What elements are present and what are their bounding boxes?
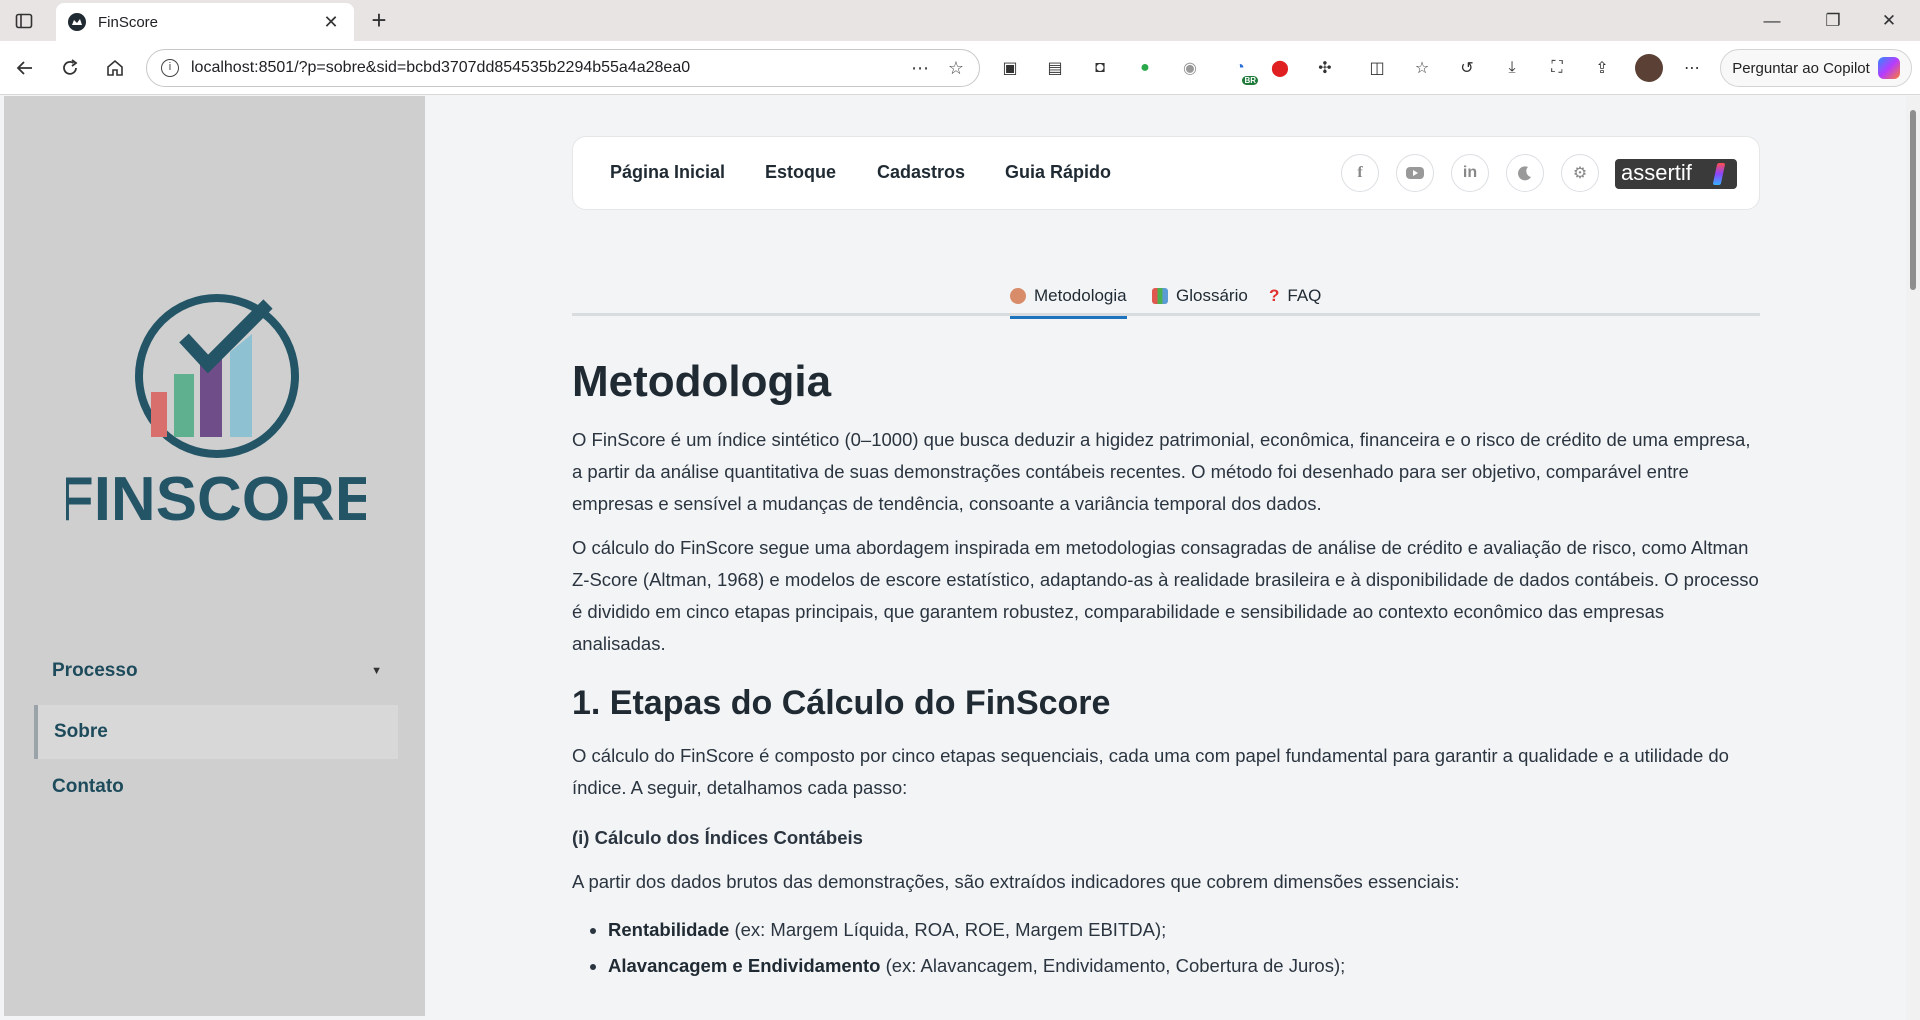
browser-tab-bar: FinScore ✕ + — ❐ ✕ <box>0 0 1920 41</box>
document-icon[interactable]: ▤ <box>1043 56 1067 80</box>
finscore-favicon <box>68 13 86 31</box>
sidebar-item-label: Contato <box>52 776 124 797</box>
caret-down-icon: ▼ <box>371 665 382 677</box>
restore-icon[interactable]: ❐ <box>1810 6 1856 36</box>
nav-pagina-inicial[interactable]: Página Inicial <box>610 162 725 183</box>
profile-avatar[interactable] <box>1635 54 1663 82</box>
share-icon[interactable]: ⇪ <box>1590 56 1614 80</box>
evernote-icon[interactable]: ● <box>1133 56 1157 80</box>
list-item-detail: (ex: Alavancagem, Endividamento, Cobertu… <box>880 955 1346 976</box>
history-icon[interactable]: ↺ <box>1455 56 1479 80</box>
page-scrollbar[interactable] <box>1906 96 1920 1020</box>
read-aloud-icon[interactable]: ⋯ <box>907 55 933 81</box>
favorite-star-icon[interactable]: ☆ <box>943 55 969 81</box>
opera-icon[interactable]: ⬤ <box>1268 56 1292 80</box>
copilot-button[interactable]: Perguntar ao Copilot <box>1720 49 1912 87</box>
split-screen-icon[interactable]: ◫ <box>1365 56 1389 80</box>
refresh-icon[interactable] <box>55 53 85 83</box>
list-item-term: Alavancagem e Endividamento <box>608 955 881 976</box>
finscore-logo: FINSCORE <box>66 294 366 532</box>
youtube-icon[interactable] <box>1396 154 1434 192</box>
tab-title: FinScore <box>98 13 159 31</box>
brand-flag-icon <box>1712 163 1726 185</box>
tab-metodologia[interactable]: Metodologia <box>1010 276 1127 319</box>
sidebar-item-processo[interactable]: Processo ▼ <box>34 644 398 698</box>
tab-label: FAQ <box>1287 286 1322 305</box>
close-window-icon[interactable]: ✕ <box>1866 6 1912 36</box>
nav-estoque[interactable]: Estoque <box>765 162 836 183</box>
nav-guia-rapido[interactable]: Guia Rápido <box>1005 162 1111 183</box>
assertif-logo[interactable]: assertif <box>1615 159 1737 189</box>
logo-text: FINSCORE <box>66 465 366 532</box>
close-tab-icon[interactable]: ✕ <box>320 12 342 33</box>
tab-faq[interactable]: ? FAQ <box>1269 276 1321 316</box>
favorites-icon[interactable]: ☆ <box>1410 56 1434 80</box>
tab-actions-icon[interactable] <box>14 11 34 31</box>
indicator-list: Rentabilidade (ex: Margem Líquida, ROA, … <box>572 912 1762 984</box>
browser-tab[interactable]: FinScore ✕ <box>56 3 354 41</box>
main-content: Metodologia O FinScore é um índice sinté… <box>572 352 1762 984</box>
sidebar-item-contato[interactable]: Contato <box>34 760 398 814</box>
screenshot-icon[interactable]: ⛶ <box>1545 56 1569 80</box>
new-tab-icon[interactable]: + <box>364 6 394 36</box>
sidebar-item-sobre[interactable]: Sobre <box>34 705 398 759</box>
minimize-icon[interactable]: — <box>1749 6 1795 36</box>
extension-icon[interactable]: ◉ <box>1178 56 1202 80</box>
approach-paragraph: O cálculo do FinScore segue uma abordage… <box>572 537 1759 654</box>
sidebar: FINSCORE Processo ▼ Sobre Contato <box>4 96 425 1016</box>
books-icon <box>1152 288 1168 304</box>
translate-extension-icon[interactable]: ◔ BR <box>1228 56 1258 85</box>
moon-icon[interactable] <box>1506 154 1544 192</box>
intro-paragraph: O FinScore é um índice sintético (0–1000… <box>572 429 1751 514</box>
brand-text: assertif <box>1621 160 1692 185</box>
reader-icon[interactable]: ▣ <box>998 56 1022 80</box>
address-bar[interactable]: i localhost:8501/?p=sobre&sid=bcbd3707dd… <box>146 49 980 87</box>
list-item: Rentabilidade (ex: Margem Líquida, ROA, … <box>608 912 1762 948</box>
linkedin-icon[interactable]: in <box>1451 154 1489 192</box>
top-navigation: Página Inicial Estoque Cadastros Guia Rá… <box>572 136 1760 210</box>
site-info-icon[interactable]: i <box>161 59 179 77</box>
url-text: localhost:8501/?p=sobre&sid=bcbd3707dd85… <box>191 59 691 76</box>
nav-cadastros[interactable]: Cadastros <box>877 162 965 183</box>
tab-glossario[interactable]: Glossário <box>1152 276 1248 316</box>
sidebar-item-label: Processo <box>52 660 138 681</box>
metodologia-icon <box>1010 288 1026 304</box>
copilot-icon <box>1877 57 1900 79</box>
list-item: Alavancagem e Endividamento (ex: Alavanc… <box>608 948 1762 984</box>
picture-in-picture-icon[interactable]: ◘ <box>1088 56 1112 80</box>
page-title: Metodologia <box>572 357 832 406</box>
more-options-icon[interactable]: ⋯ <box>1680 56 1704 80</box>
list-item-detail: (ex: Margem Líquida, ROA, ROE, Margem EB… <box>729 919 1167 940</box>
browser-toolbar: i localhost:8501/?p=sobre&sid=bcbd3707dd… <box>0 41 1920 95</box>
gear-icon[interactable]: ⚙ <box>1561 154 1599 192</box>
indicators-paragraph: A partir dos dados brutos das demonstraç… <box>572 871 1460 892</box>
steps-paragraph: O cálculo do FinScore é composto por cin… <box>572 745 1729 798</box>
sidebar-item-label: Sobre <box>54 721 108 742</box>
home-icon[interactable] <box>100 53 130 83</box>
tab-label: Glossário <box>1176 286 1248 305</box>
tab-label: Metodologia <box>1034 286 1127 305</box>
list-item-term: Rentabilidade <box>608 919 730 940</box>
back-icon[interactable] <box>10 53 40 83</box>
subsection-title: (i) Cálculo dos Índices Contábeis <box>572 827 863 848</box>
scrollbar-thumb[interactable] <box>1910 110 1916 290</box>
extension-badge: BR <box>1242 76 1258 85</box>
puzzle-extensions-icon[interactable]: ✣ <box>1313 56 1337 80</box>
downloads-icon[interactable]: ⤓ <box>1500 56 1524 80</box>
section-title: 1. Etapas do Cálculo do FinScore <box>572 684 1111 722</box>
question-mark-icon: ? <box>1269 286 1280 305</box>
content-tabs: Metodologia Glossário ? FAQ <box>572 268 1760 319</box>
facebook-icon[interactable]: f <box>1341 154 1379 192</box>
copilot-label: Perguntar ao Copilot <box>1732 59 1870 77</box>
